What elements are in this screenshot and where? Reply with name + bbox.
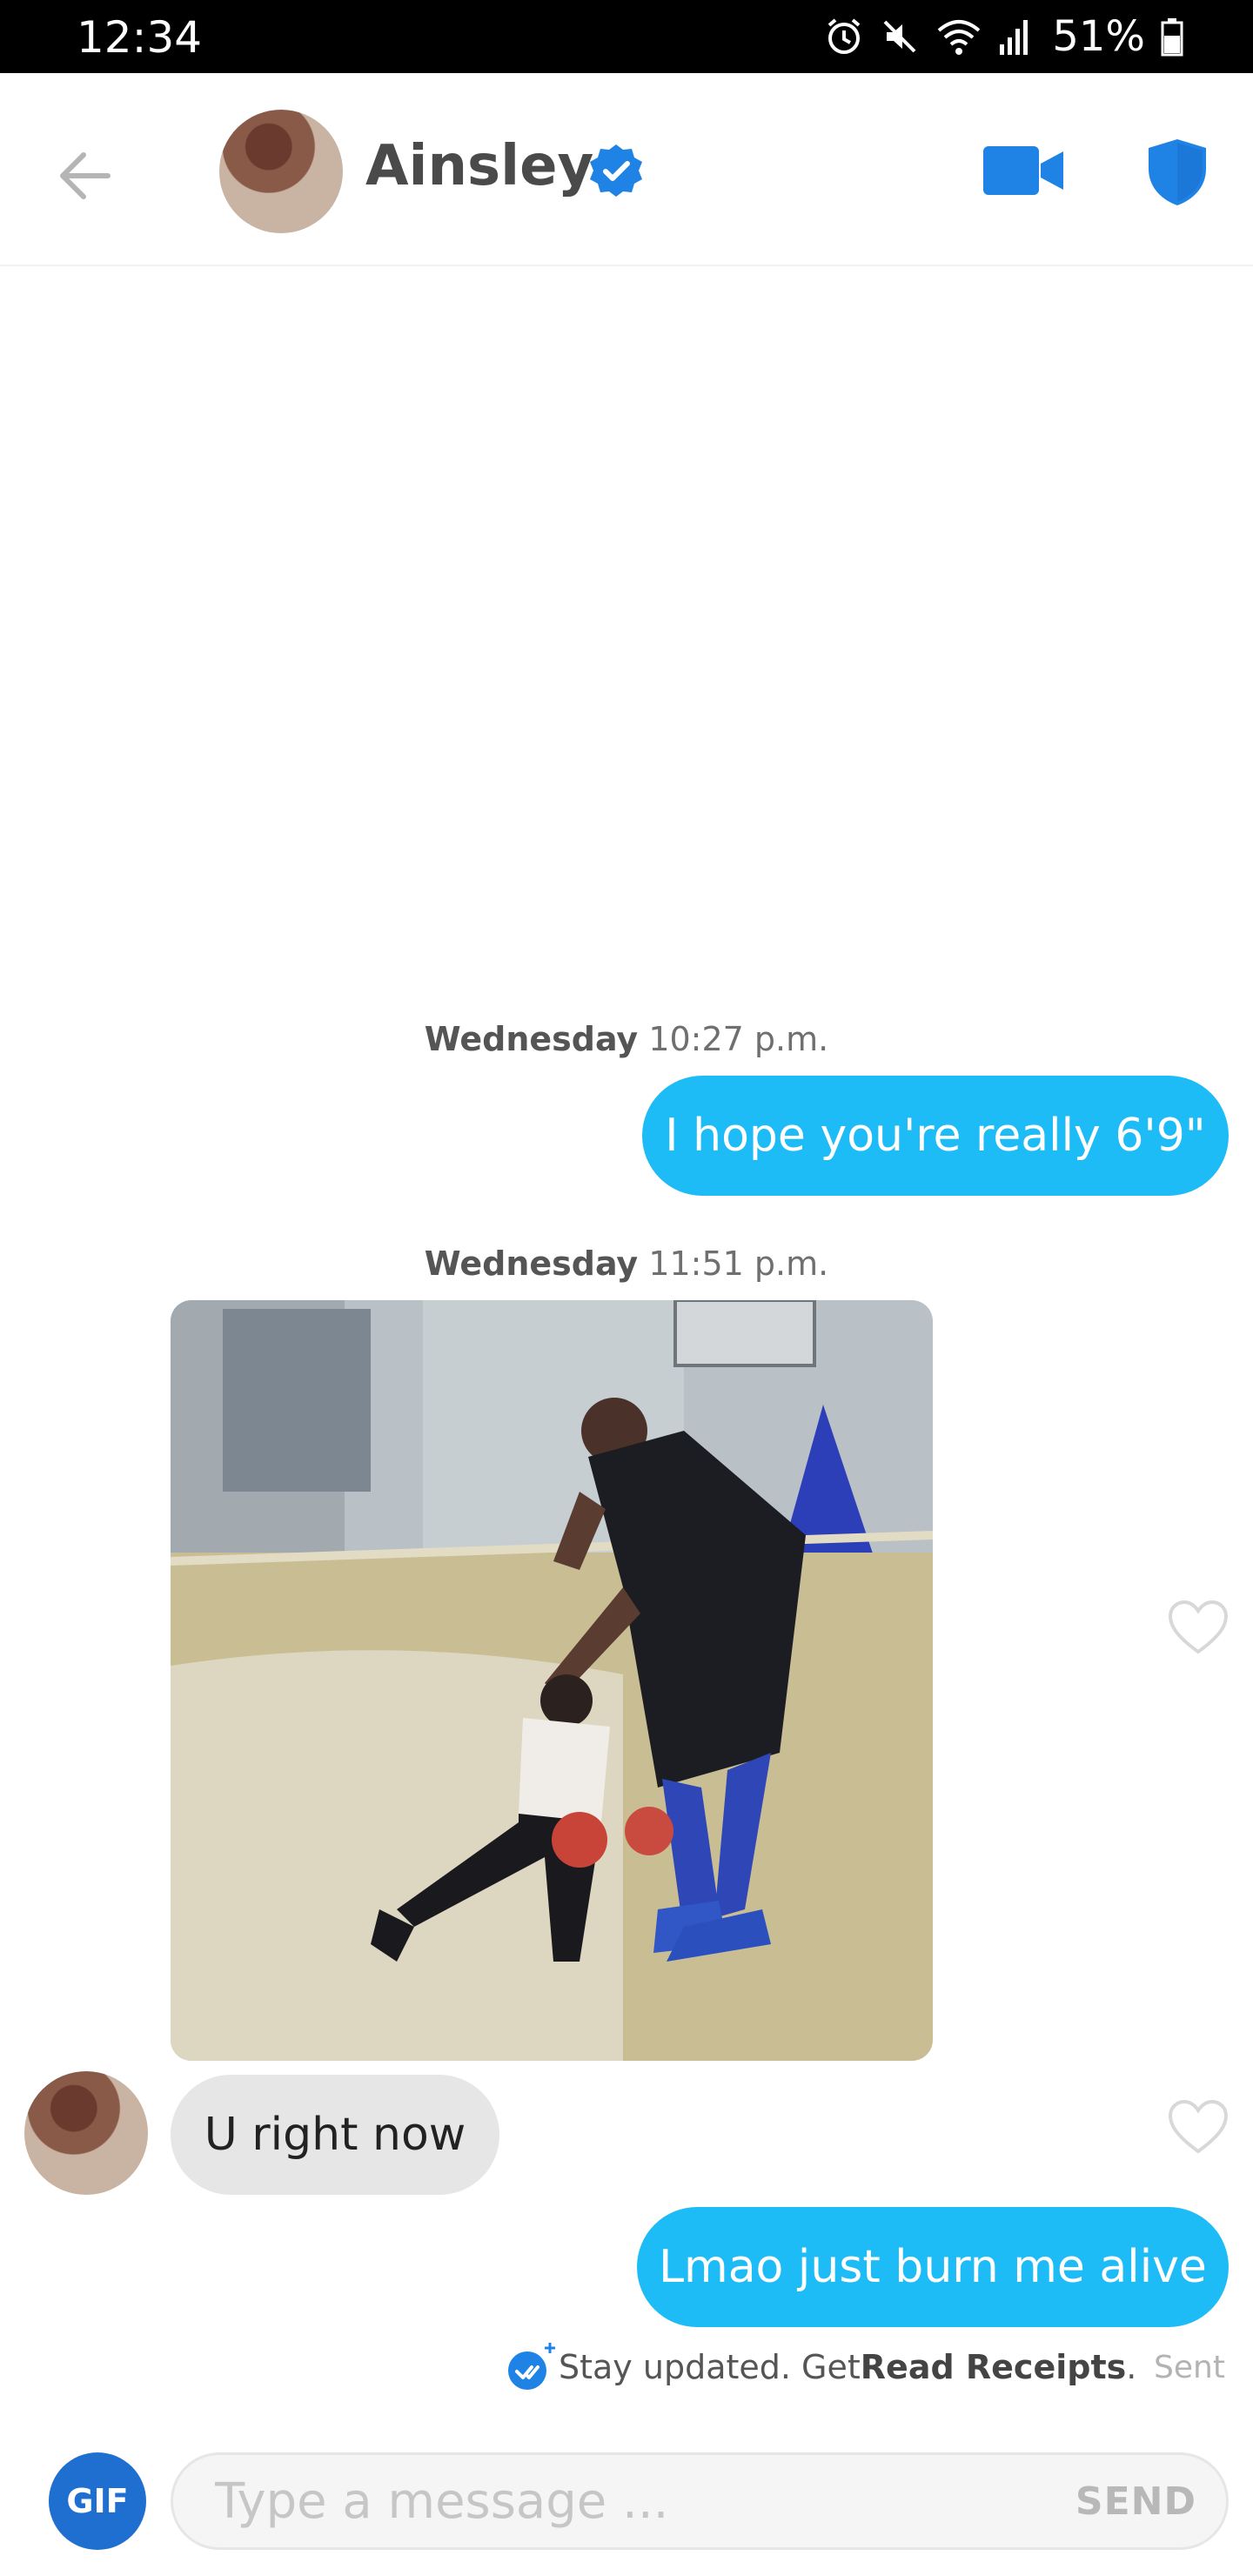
incoming-message-bubble[interactable]: U right now (171, 2075, 499, 2195)
contact-name[interactable]: Ainsley (365, 134, 593, 198)
sent-status: Sent (1154, 2350, 1225, 2385)
back-button[interactable] (52, 141, 122, 211)
signal-icon (1000, 20, 1029, 55)
send-button[interactable]: SEND (1075, 2455, 1196, 2547)
verified-badge-icon (590, 144, 642, 197)
alarm-icon (828, 18, 861, 54)
gif-message[interactable] (171, 1300, 933, 2061)
date-time: 10:27 p.m. (648, 1020, 829, 1058)
wifi-icon (938, 20, 981, 55)
status-bar: 12:34 51% (0, 0, 1253, 73)
chat-header: Ainsley (0, 73, 1253, 266)
gif-image (171, 1300, 933, 2061)
video-camera-icon (983, 146, 1063, 195)
message-text: I hope you're really 6'9" (665, 1110, 1206, 1162)
gif-button[interactable]: GIF (49, 2452, 146, 2550)
heart-icon[interactable] (1168, 2099, 1229, 2155)
battery-icon (1161, 18, 1183, 57)
read-receipts-promo[interactable]: Stay updated. Get Read Receipts . (506, 2341, 1136, 2393)
receipts-suffix: . (1126, 2348, 1137, 2386)
contact-avatar[interactable] (24, 2071, 148, 2195)
heart-icon[interactable] (1168, 1600, 1229, 1655)
message-input[interactable] (215, 2455, 998, 2547)
message-text: U right now (204, 2109, 466, 2161)
battery-percent: 51% (1052, 12, 1145, 61)
outgoing-message-bubble[interactable]: I hope you're really 6'9" (642, 1076, 1229, 1196)
status-time: 12:34 (77, 12, 203, 63)
video-call-button[interactable] (983, 143, 1065, 198)
safety-shield-button[interactable] (1147, 138, 1208, 207)
receipts-prefix: Stay updated. Get (559, 2348, 861, 2386)
date-day: Wednesday (424, 1020, 639, 1058)
status-icons: 51% (824, 12, 1183, 61)
message-text: Lmao just burn me alive (659, 2241, 1207, 2293)
back-arrow-icon (60, 152, 111, 199)
mute-icon (883, 20, 916, 53)
message-composer: SEND (171, 2452, 1229, 2550)
outgoing-message-bubble[interactable]: Lmao just burn me alive (637, 2207, 1229, 2327)
date-stamp: Wednesday 10:27 p.m. (0, 1020, 1253, 1058)
contact-avatar[interactable] (219, 110, 343, 233)
shield-icon (1149, 139, 1206, 205)
date-stamp: Wednesday 11:51 p.m. (0, 1244, 1253, 1283)
read-receipts-link[interactable]: Read Receipts (861, 2348, 1126, 2386)
date-time: 11:51 p.m. (648, 1244, 829, 1283)
date-day: Wednesday (424, 1244, 639, 1283)
read-receipt-icon (508, 2343, 555, 2390)
